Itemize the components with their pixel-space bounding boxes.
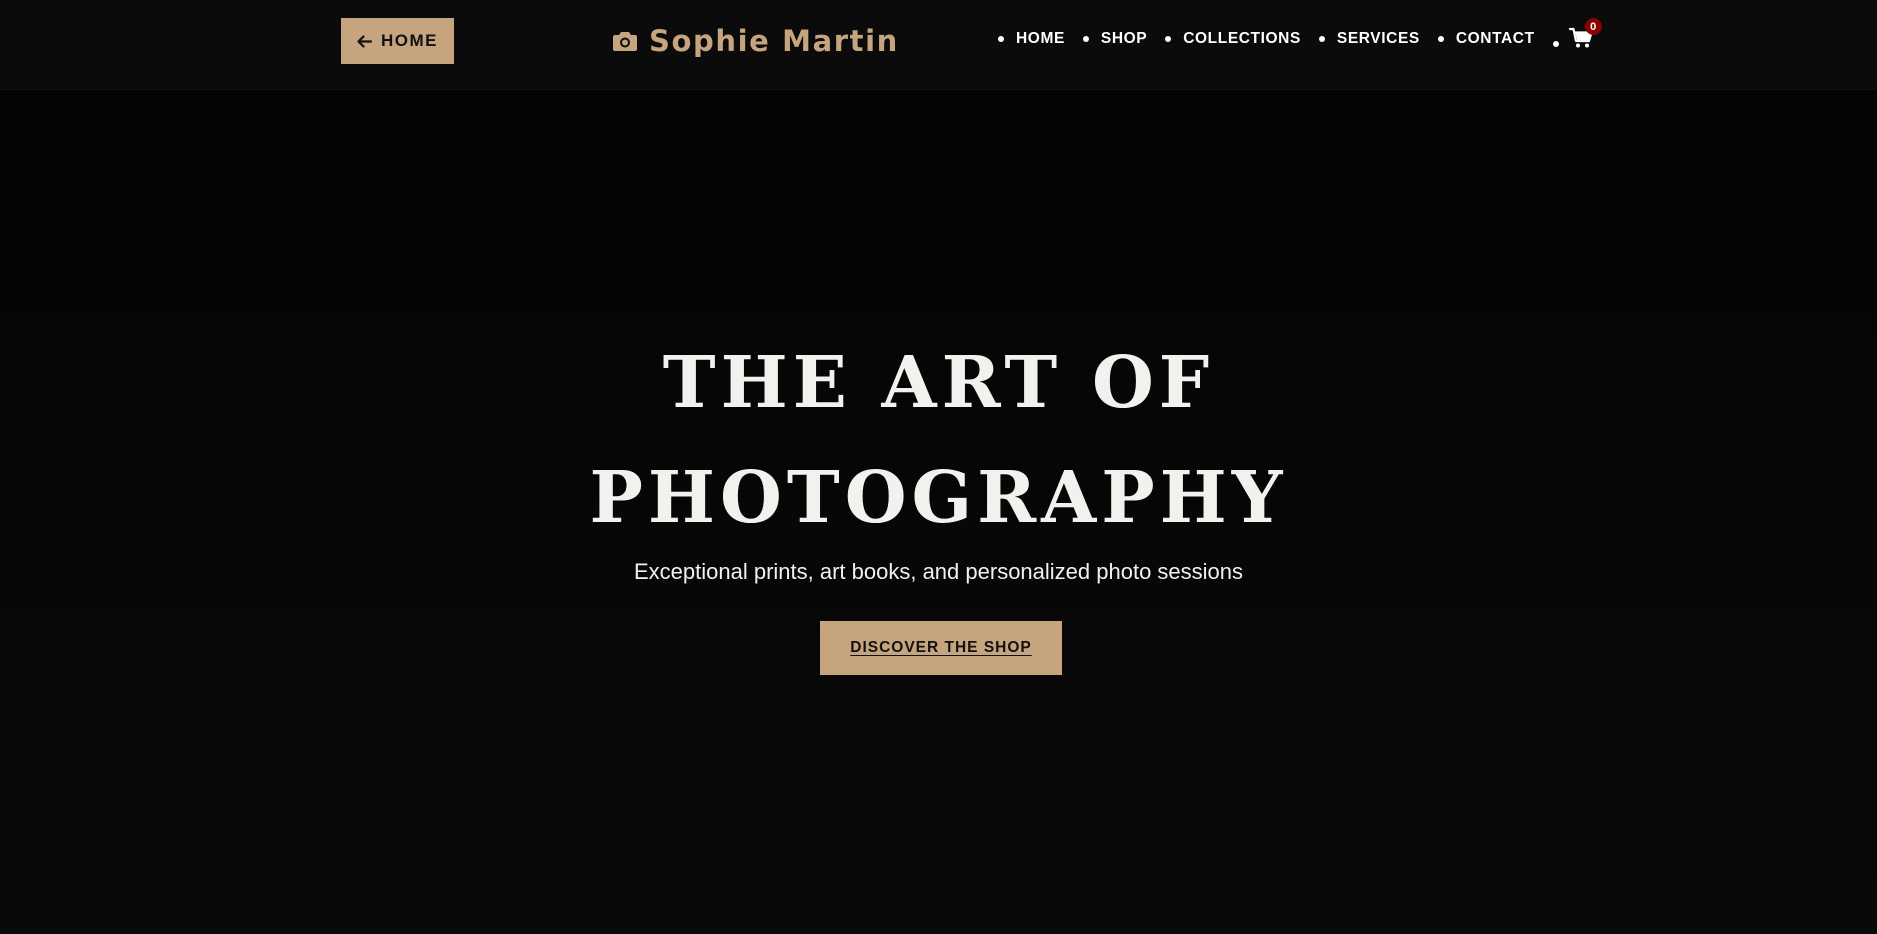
brand-name: Sophie Martin [649,24,899,58]
discover-shop-button[interactable]: DISCOVER THE SHOP [820,621,1062,675]
bullet-icon [1318,36,1325,42]
nav-link-contact[interactable]: CONTACT [1456,30,1535,48]
nav-link-services[interactable]: SERVICES [1337,30,1420,48]
nav-link-collections[interactable]: COLLECTIONS [1183,30,1301,48]
page: HOME Sophie Martin HOME SHOP COLLECTIONS… [0,0,1877,934]
nav-link-shop[interactable]: SHOP [1101,30,1147,48]
bullet-icon [1552,41,1559,47]
nav-item-shop: SHOP [1082,30,1147,48]
hero-title-line-1: THE ART OF [662,340,1215,424]
bullet-icon [998,36,1004,42]
top-navigation-bar: HOME Sophie Martin HOME SHOP COLLECTIONS… [0,0,1877,90]
nav-item-services: SERVICES [1318,30,1420,48]
cart-count-badge: 0 [1584,18,1602,35]
home-button[interactable]: HOME [341,18,454,64]
arrow-left-icon [357,34,372,48]
home-button-label: HOME [381,31,438,50]
hero-title: THE ART OF PHOTOGRAPHY [0,325,1877,555]
bullet-icon [1165,36,1172,42]
hero-subtitle: Exceptional prints, art books, and perso… [633,559,1244,584]
hero-title-line-2: PHOTOGRAPHY [589,455,1288,539]
nav-link-home[interactable]: HOME [1016,30,1065,48]
brand-logo[interactable]: Sophie Martin [612,20,899,62]
cart-button[interactable]: 0 [1568,18,1602,51]
camera-icon [612,30,638,52]
nav-item-contact: CONTACT [1437,30,1535,48]
main-nav: HOME SHOP COLLECTIONS SERVICES CONTACT 0 [998,18,1602,51]
nav-item-home: HOME [998,30,1065,48]
bullet-icon [1082,36,1089,42]
nav-item-collections: COLLECTIONS [1165,30,1301,48]
bullet-icon [1437,36,1444,42]
